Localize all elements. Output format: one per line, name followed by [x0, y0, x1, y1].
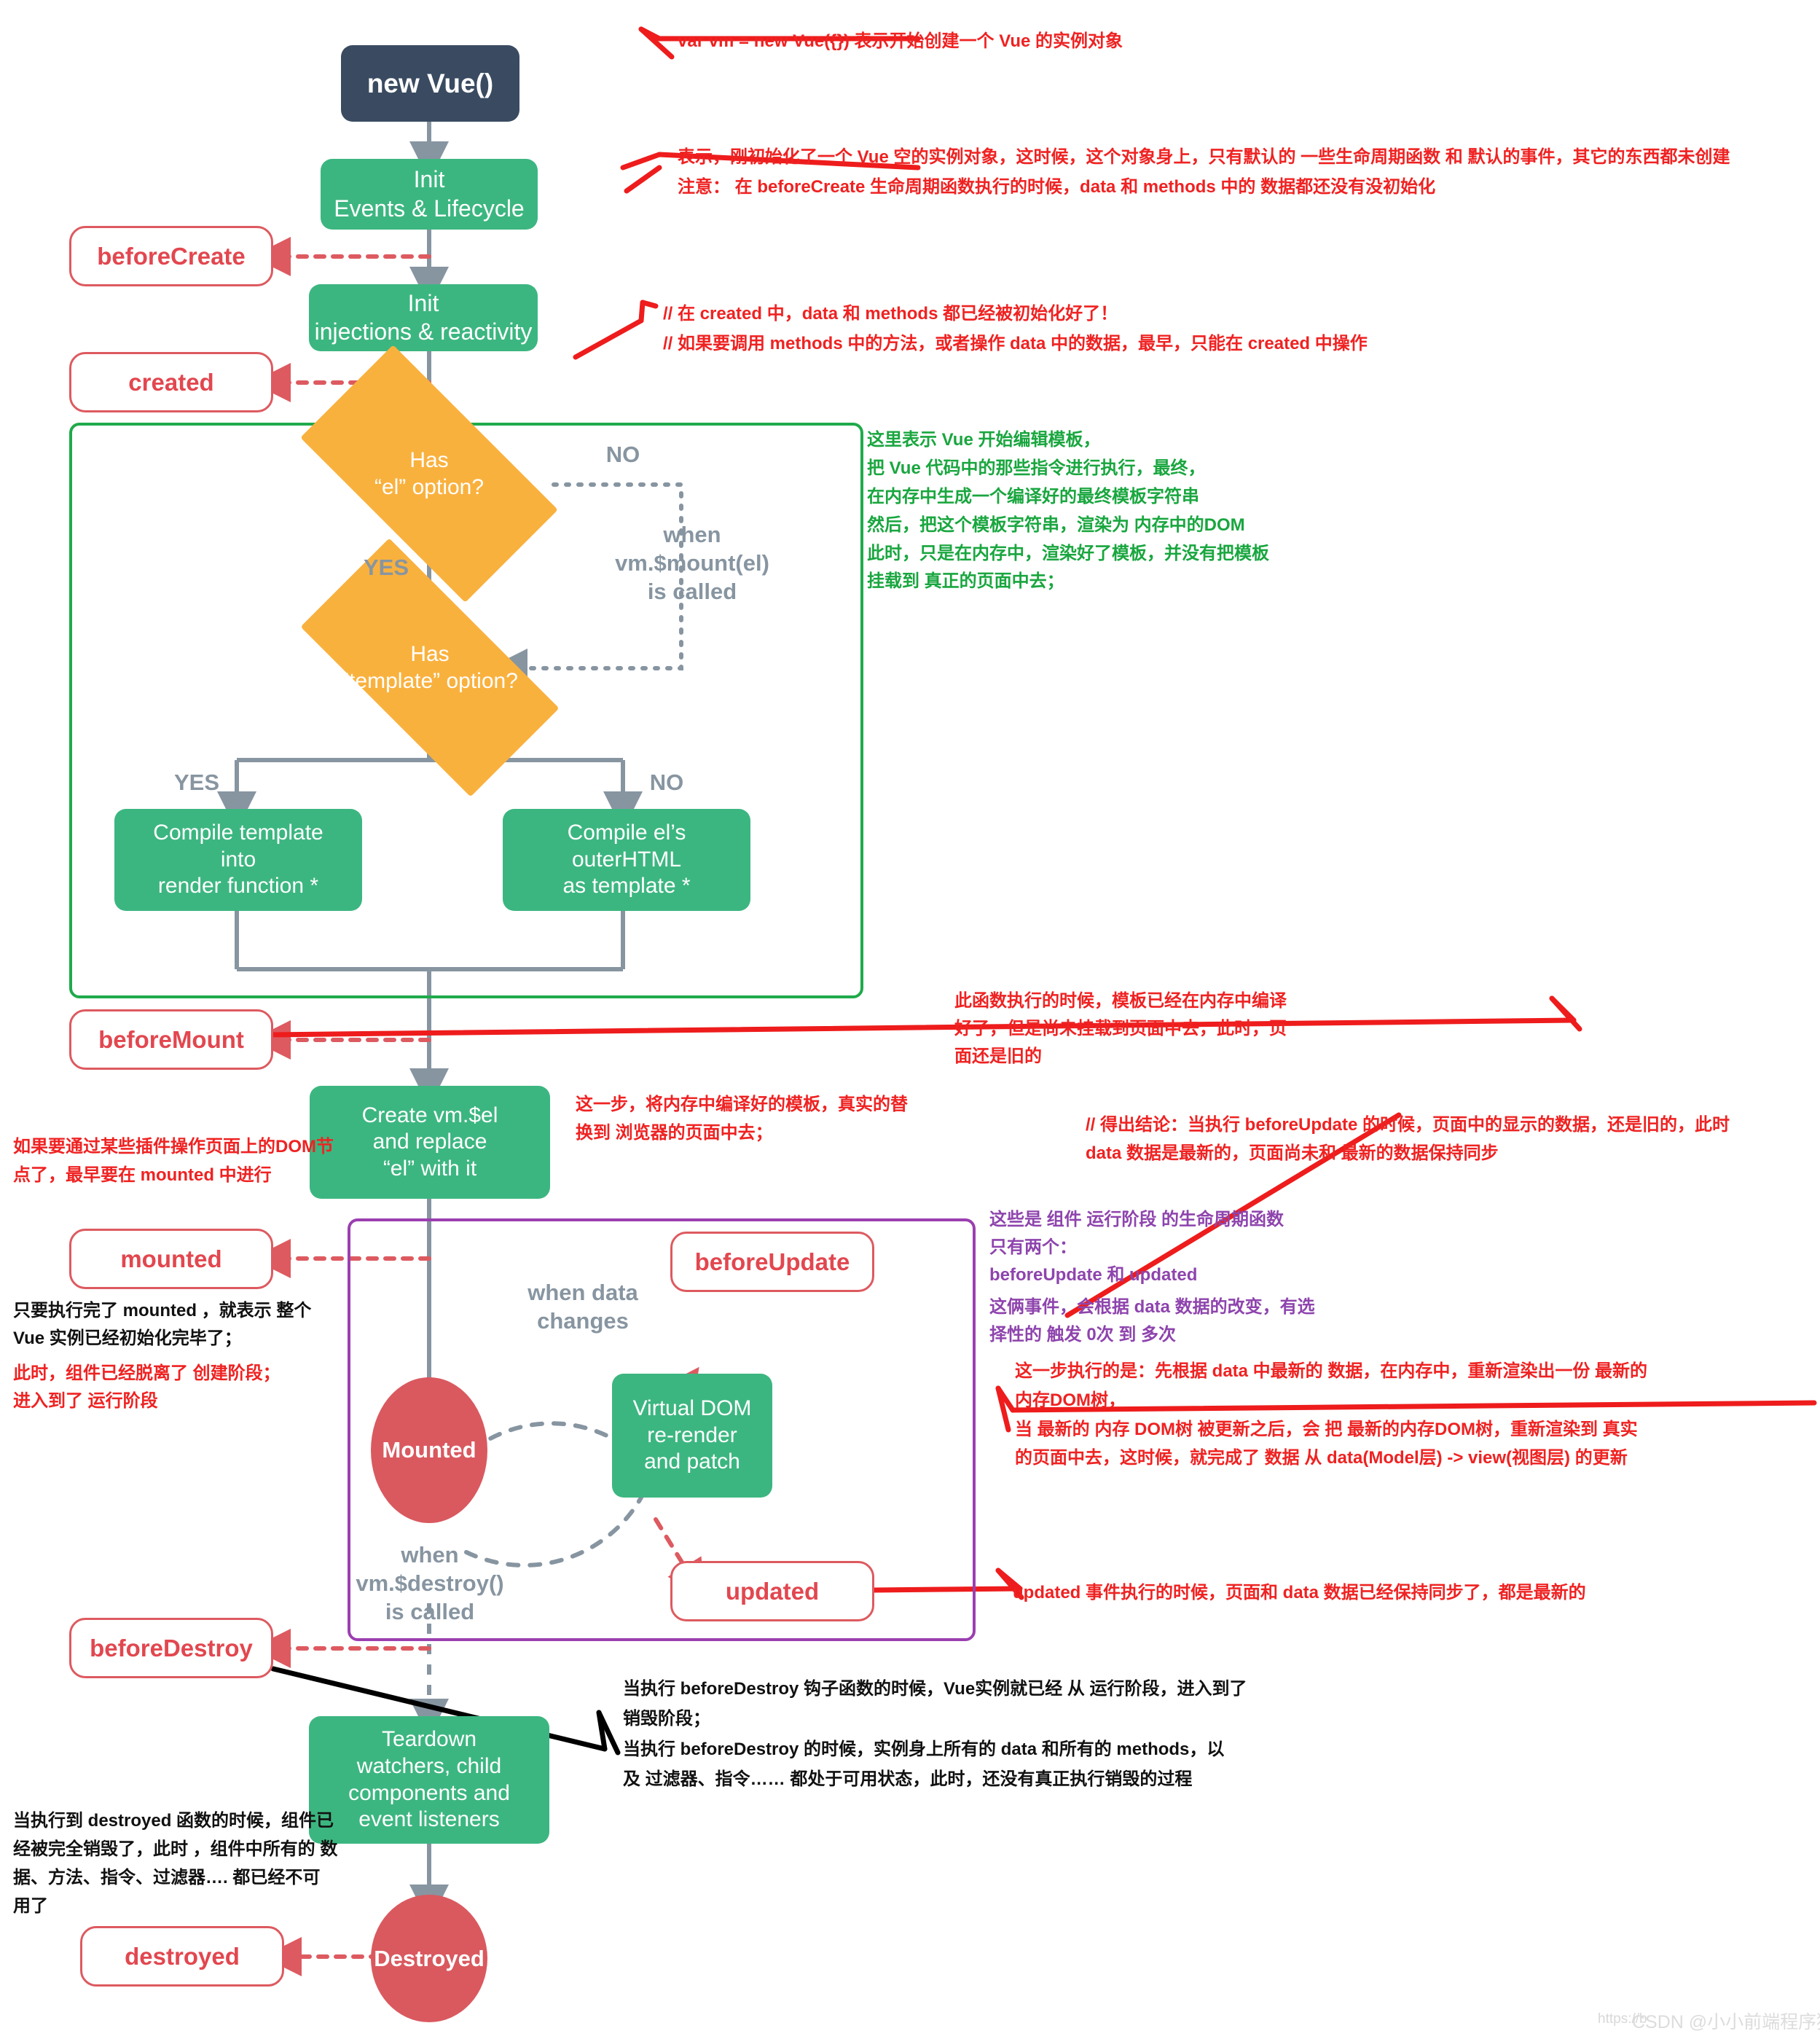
hook-beforeupdate-label: beforeUpdate — [694, 1248, 850, 1275]
node-virtual-dom-label: Virtual DOM re-render and patch — [632, 1396, 752, 1474]
node-init-events-lifecycle[interactable]: Init Events & Lifecycle — [321, 159, 538, 230]
annotation-create-el: 这一步，将内存中编译好的模板，真实的替 换到 浏览器的页面中去； — [576, 1095, 908, 1143]
annotation-mounted-plugin: 如果要通过某些插件操作页面上的DOM节 点了，最早要在 mounted 中进行 — [13, 1137, 334, 1185]
hook-beforecreate[interactable]: beforeCreate — [69, 226, 273, 286]
annotation-created: // 在 created 中，data 和 methods 都已经被初始化好了！… — [663, 304, 1368, 354]
annotation-beforedestroy: 当执行 beforeDestroy 钩子函数的时候，Vue实例就已经 从 运行阶… — [623, 1679, 1247, 1789]
hook-updated[interactable]: updated — [670, 1561, 874, 1621]
label-when-data-changes: when data changes — [527, 1280, 638, 1334]
label-when-vm-destroy: when vm.$destroy() is called — [356, 1542, 504, 1624]
hook-destroyed[interactable]: destroyed — [80, 1926, 284, 1987]
node-compile-template-label: Compile template into render function * — [153, 821, 323, 899]
node-compile-el-outerhtml-as-template[interactable]: Compile el’s outerHTML as template * — [503, 809, 750, 911]
state-mounted[interactable]: Mounted — [371, 1377, 487, 1523]
state-mounted-label: Mounted — [382, 1437, 476, 1463]
decision-has-el-option[interactable]: Has “el” option? — [300, 345, 558, 603]
label-yes-el: YES — [363, 555, 409, 580]
annotation-mounted-red: 此时，组件已经脱离了 创建阶段； 进入到了 运行阶段 — [13, 1363, 281, 1411]
decision-has-template-option-label: Has “template” option? — [342, 641, 518, 694]
node-init-injections-reactivity-label: Init injections & reactivity — [314, 289, 533, 345]
watermark-csdn: CSDN @小小前端程序猿 — [1632, 2012, 1820, 2032]
hook-updated-label: updated — [725, 1577, 820, 1605]
label-no-el: NO — [605, 442, 640, 467]
annotation-beforeupdate: // 得出结论：当执行 beforeUpdate 的时候，页面中的显示的数据，还… — [1086, 1115, 1730, 1163]
node-init-events-lifecycle-label: Init Events & Lifecycle — [334, 166, 525, 222]
annotation-running-phase-2: 这俩事件，会根据 data 数据的改变，有选 择性的 触发 0次 到 多次 — [989, 1297, 1315, 1345]
state-destroyed-label: Destroyed — [374, 1945, 485, 1971]
node-compile-template-into-render-function[interactable]: Compile template into render function * — [114, 809, 362, 911]
hook-beforemount-label: beforeMount — [98, 1025, 244, 1053]
node-compile-outerhtml-label: Compile el’s outerHTML as template * — [562, 821, 691, 899]
lifecycle-diagram-canvas: new Vue() Init Events & Lifecycle Init i… — [0, 0, 1820, 2039]
hook-mounted-label: mounted — [120, 1245, 222, 1272]
node-create-vm-el[interactable]: Create vm.$el and replace “el” with it — [310, 1086, 550, 1199]
hook-beforedestroy[interactable]: beforeDestroy — [69, 1618, 273, 1678]
hook-beforemount[interactable]: beforeMount — [69, 1009, 273, 1070]
node-init-injections-reactivity[interactable]: Init injections & reactivity — [309, 284, 538, 351]
annotation-running-phase: 这些是 组件 运行阶段 的生命周期函数 只有两个： beforeUpdate 和… — [989, 1210, 1284, 1285]
hook-destroyed-label: destroyed — [125, 1942, 240, 1970]
node-teardown-watchers[interactable]: Teardown watchers, child components and … — [309, 1716, 549, 1844]
hook-beforedestroy-label: beforeDestroy — [90, 1634, 253, 1662]
hook-mounted[interactable]: mounted — [69, 1229, 273, 1289]
hook-created[interactable]: created — [69, 352, 273, 412]
annotation-mounted-black: 只要执行完了 mounted ，就表示 整个 Vue 实例已经初始化完毕了； — [13, 1301, 312, 1348]
decision-has-el-option-label: Has “el” option? — [374, 447, 485, 500]
label-no-template: NO — [649, 770, 684, 795]
hook-beforeupdate[interactable]: beforeUpdate — [670, 1232, 874, 1292]
annotation-virtual-dom: 这一步执行的是：先根据 data 中最新的 数据，在内存中，重新渲染出一份 最新… — [1015, 1361, 1648, 1468]
annotation-updated: updated 事件执行的时候，页面和 data 数据已经保持同步了，都是最新的 — [1013, 1583, 1586, 1602]
label-yes-template: YES — [173, 770, 220, 795]
node-teardown-label: Teardown watchers, child components and … — [348, 1727, 510, 1832]
annotation-compile-phase: 这里表示 Vue 开始编辑模板， 把 Vue 代码中的那些指令进行执行，最终， … — [867, 430, 1269, 592]
node-new-vue[interactable]: new Vue() — [341, 45, 519, 122]
node-new-vue-label: new Vue() — [366, 68, 494, 98]
node-create-vm-el-label: Create vm.$el and replace “el” with it — [361, 1103, 498, 1181]
hook-created-label: created — [128, 368, 214, 396]
annotation-beforecreate: 表示，刚初始化了一个 Vue 空的实例对象，这时候，这个对象身上，只有默认的 一… — [678, 147, 1730, 197]
annotation-destroyed: 当执行到 destroyed 函数的时候，组件已 经被完全销毁了，此时 ，组件中… — [13, 1811, 338, 1916]
annotation-new-vue: var vm = new Vue({}) 表示开始创建一个 Vue 的实例对象 — [678, 31, 1123, 51]
hook-beforecreate-label: beforeCreate — [97, 242, 246, 270]
decision-has-template-option[interactable]: Has “template” option? — [300, 538, 560, 797]
annotation-beforemount: 此函数执行的时候，模板已经在内存中编译 好了，但是尚未挂载到页面中去，此时，页 … — [954, 991, 1287, 1066]
state-destroyed[interactable]: Destroyed — [371, 1895, 487, 2022]
label-when-vm-mount: when vm.$mount(el) is called — [615, 522, 769, 604]
node-virtual-dom-rerender-patch[interactable]: Virtual DOM re-render and patch — [612, 1374, 772, 1498]
